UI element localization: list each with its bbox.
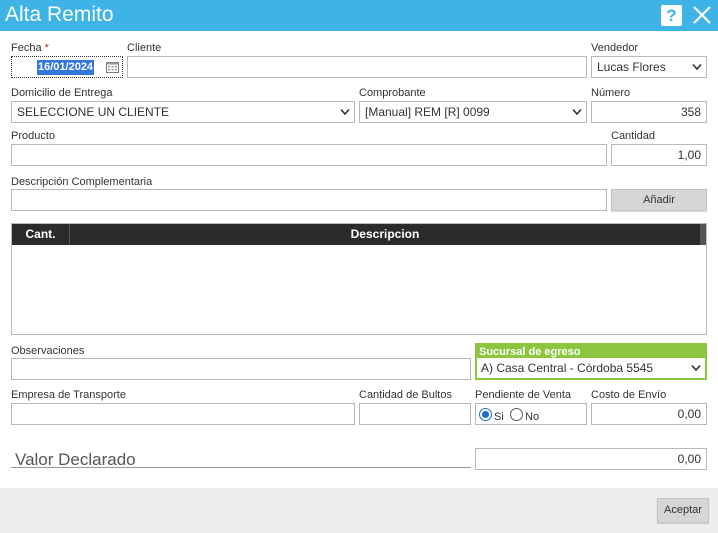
chevron-down-icon (572, 108, 582, 116)
radio-si-label: Si (494, 411, 504, 423)
column-header-descripcion[interactable]: Descripcion (70, 224, 700, 245)
pendiente-label: Pendiente de Venta (475, 389, 572, 401)
numero-label: Número (591, 87, 631, 99)
numero-input[interactable]: 358 (591, 101, 707, 123)
close-icon[interactable] (690, 3, 714, 27)
pendiente-radio-group: Si No (475, 403, 587, 425)
chevron-down-icon (691, 364, 701, 372)
cantidad-input[interactable]: 1,00 (611, 144, 707, 166)
radio-si[interactable] (479, 408, 492, 421)
column-header-cant[interactable]: Cant. (12, 224, 70, 245)
title-bar: Alta Remito ? (0, 0, 718, 31)
transporte-input[interactable] (11, 403, 355, 425)
divider (11, 467, 471, 468)
sucursal-panel: Sucursal de egreso A) Casa Central - Cór… (475, 343, 707, 380)
observaciones-input[interactable] (11, 358, 471, 380)
dialog-footer: Aceptar (0, 488, 718, 533)
cliente-label: Cliente (127, 42, 162, 54)
window-title: Alta Remito (5, 3, 114, 26)
domicilio-select[interactable]: SELECCIONE UN CLIENTE (11, 101, 355, 123)
producto-input[interactable] (11, 144, 607, 166)
sucursal-label: Sucursal de egreso (479, 346, 581, 358)
required-mark: * (44, 42, 49, 54)
costo-label: Costo de Envío (591, 389, 667, 401)
sucursal-value: A) Casa Central - Córdoba 5545 (481, 361, 654, 375)
table-header: Cant. Descripcion (12, 224, 706, 245)
radio-no-label: No (525, 411, 540, 423)
bultos-label: Cantidad de Bultos (359, 389, 452, 401)
calendar-icon[interactable] (106, 61, 119, 73)
chevron-down-icon (692, 63, 702, 71)
cantidad-label: Cantidad (611, 130, 656, 142)
observaciones-label: Observaciones (11, 345, 85, 357)
add-button[interactable]: Añadir (611, 189, 707, 211)
transporte-label: Empresa de Transporte (11, 389, 126, 401)
fecha-field[interactable]: 16/01/2024 (11, 56, 123, 78)
fecha-label: Fecha * (11, 42, 49, 54)
radio-no[interactable] (510, 408, 523, 421)
chevron-down-icon (340, 108, 350, 116)
valor-declarado-input[interactable]: 0,00 (475, 448, 707, 470)
vendedor-select[interactable]: Lucas Flores (591, 56, 707, 78)
producto-label: Producto (11, 130, 56, 142)
descripcion-label: Descripción Complementaria (11, 176, 153, 188)
vendedor-value: Lucas Flores (597, 60, 666, 74)
accept-button[interactable]: Aceptar (657, 498, 709, 523)
cliente-input[interactable] (127, 56, 587, 78)
bultos-input[interactable] (359, 403, 471, 425)
vendedor-label: Vendedor (591, 42, 639, 54)
header-scroll-cap (700, 224, 706, 245)
comprobante-value: [Manual] REM [R] 0099 (365, 105, 490, 119)
costo-input[interactable]: 0,00 (591, 403, 707, 425)
domicilio-value: SELECCIONE UN CLIENTE (17, 105, 170, 119)
domicilio-label: Domicilio de Entrega (11, 87, 113, 99)
fecha-value: 16/01/2024 (37, 60, 95, 75)
comprobante-select[interactable]: [Manual] REM [R] 0099 (359, 101, 587, 123)
items-table: Cant. Descripcion (11, 223, 707, 335)
comprobante-label: Comprobante (359, 87, 426, 99)
help-icon[interactable]: ? (661, 5, 682, 26)
descripcion-input[interactable] (11, 189, 607, 211)
sucursal-select[interactable]: A) Casa Central - Córdoba 5545 (477, 358, 705, 378)
